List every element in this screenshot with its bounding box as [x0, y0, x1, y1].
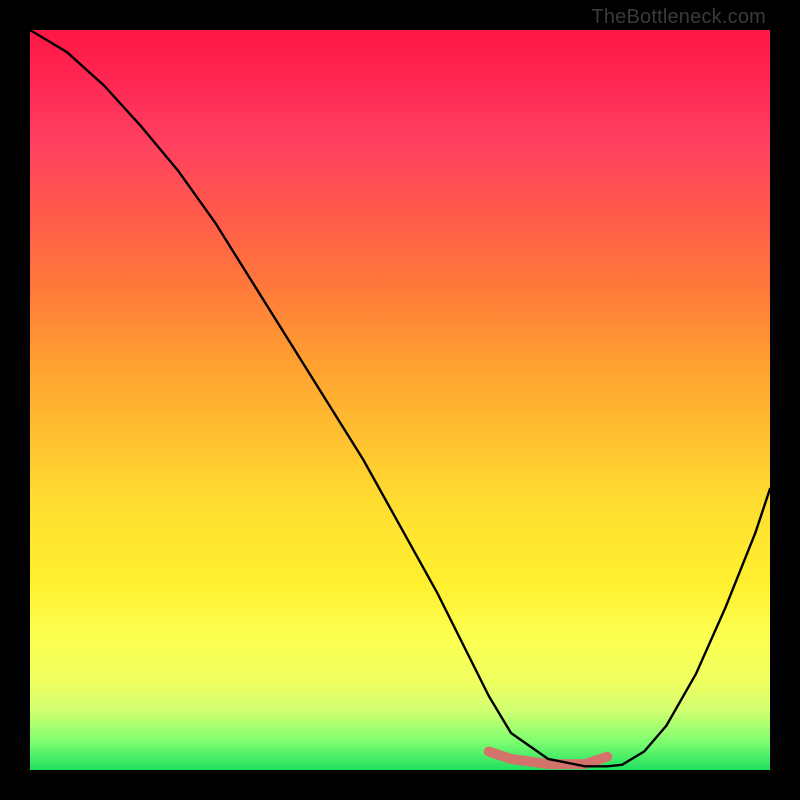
bottleneck-curve: [30, 30, 770, 766]
chart-frame: TheBottleneck.com: [0, 0, 800, 800]
plot-area: [30, 30, 770, 770]
watermark-label: TheBottleneck.com: [591, 6, 766, 29]
curve-svg: [30, 30, 770, 770]
